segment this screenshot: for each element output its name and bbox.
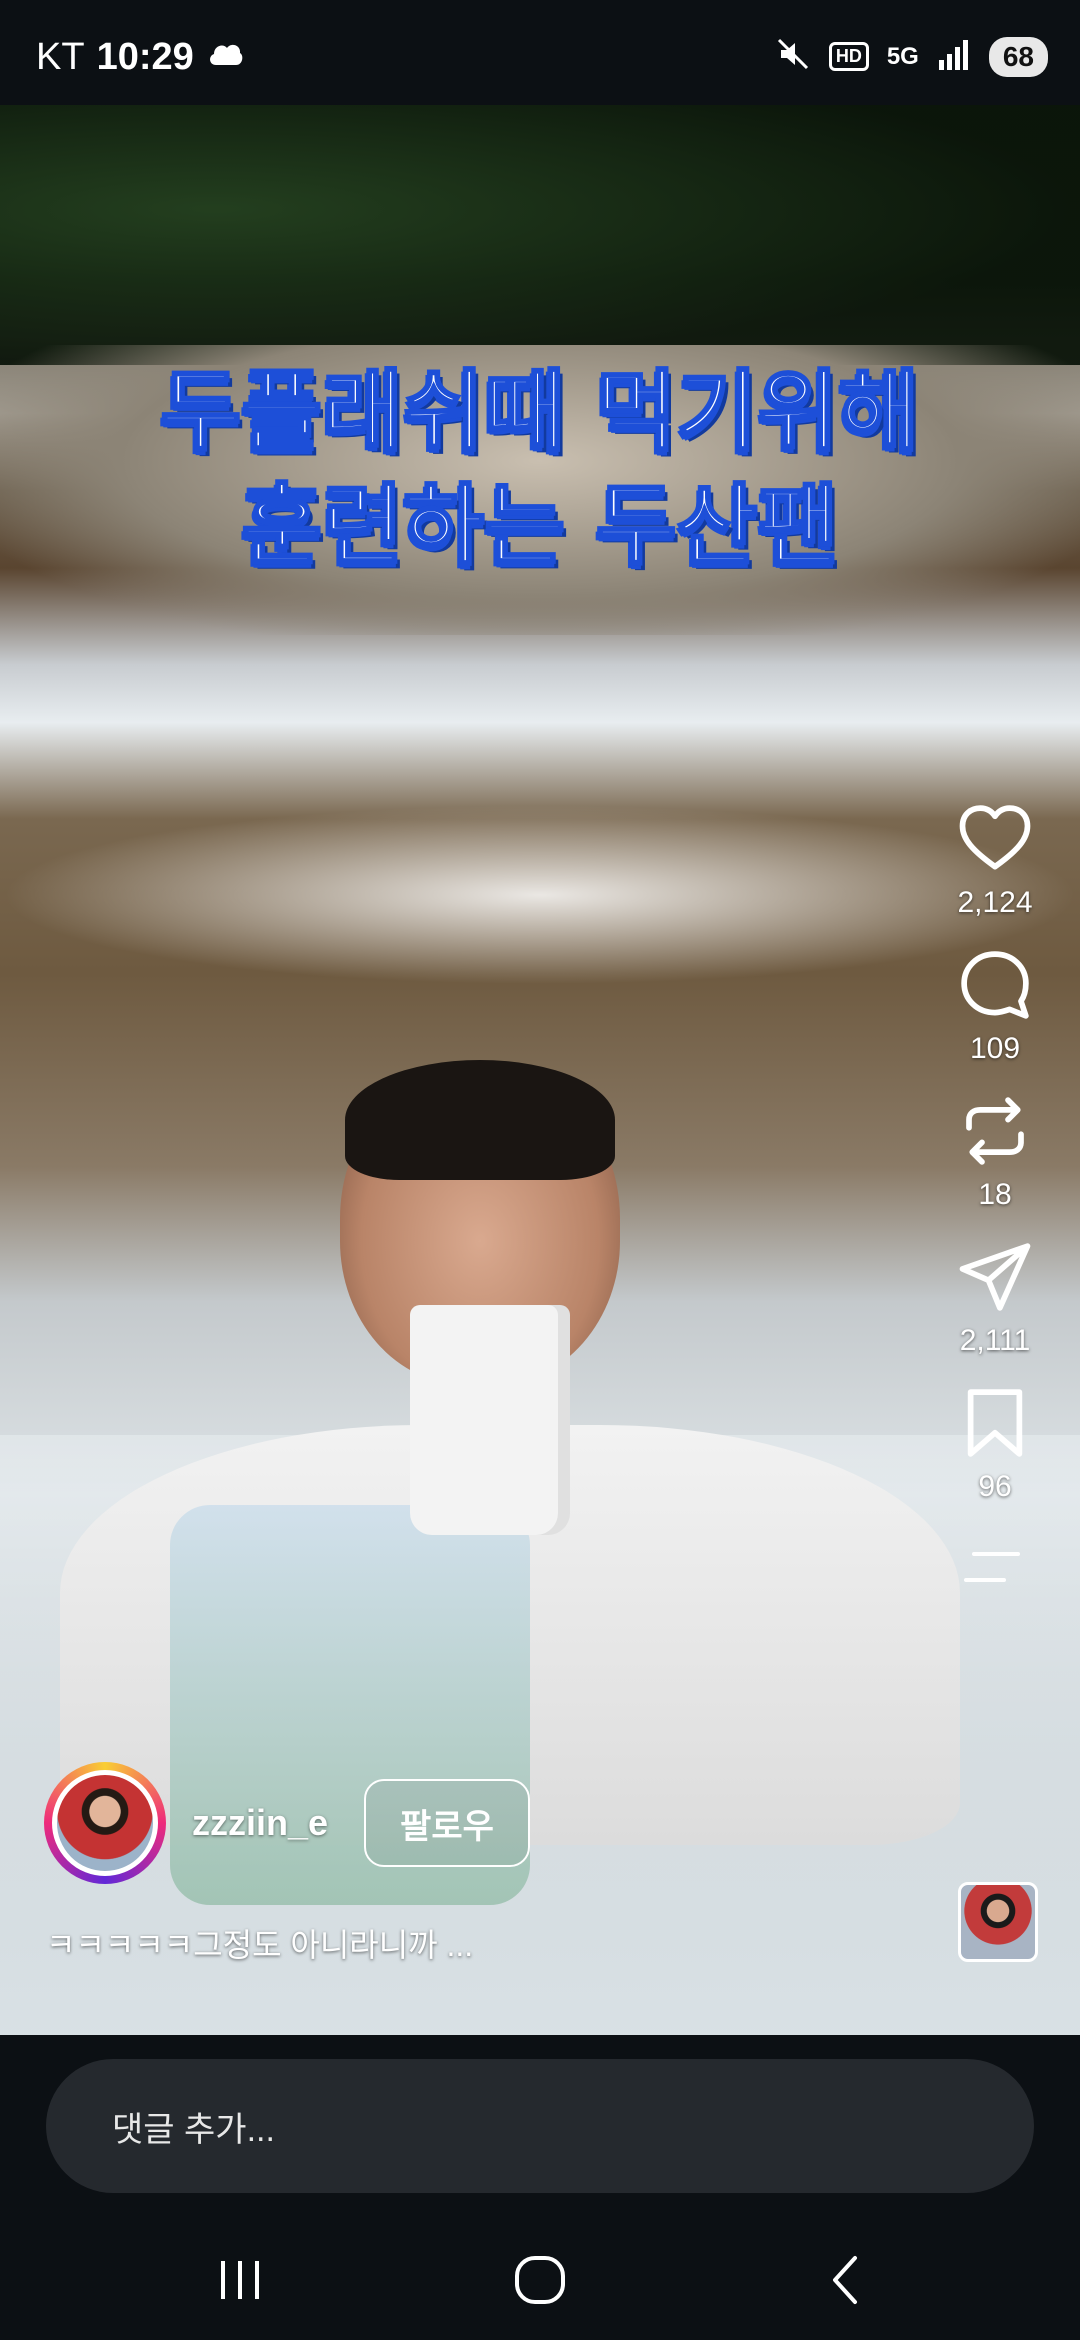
video-cup: [410, 1305, 570, 1535]
video-water-splash: [0, 805, 1080, 985]
like-count: 2,124: [957, 886, 1033, 919]
video-title-line-2: 훈련하는 두산팬: [240, 473, 840, 579]
carrier-label: KT: [36, 36, 85, 78]
mute-icon: [775, 36, 811, 77]
comment-bar: 댓글 추가...: [0, 2035, 1080, 2220]
recents-icon[interactable]: [200, 2250, 280, 2310]
cloud-icon: [206, 36, 244, 79]
author-row: zzziin_e 팔로우: [44, 1762, 530, 1884]
share-icon: [959, 1243, 1031, 1311]
share-button[interactable]: 2,111: [956, 1238, 1034, 1358]
signal-icon: [937, 38, 971, 75]
comment-count: 109: [969, 1032, 1021, 1065]
repost-count: 18: [978, 1178, 1012, 1211]
avatar: [52, 1770, 158, 1876]
status-right: HD 5G 68: [775, 36, 1048, 77]
comment-input[interactable]: 댓글 추가...: [46, 2059, 1034, 2193]
bookmark-icon: [967, 1389, 1023, 1457]
avatar-story-ring[interactable]: [44, 1762, 166, 1884]
save-button[interactable]: 96: [956, 1384, 1034, 1504]
follow-button[interactable]: 팔로우: [364, 1779, 530, 1867]
repost-icon: [966, 1097, 1024, 1165]
clock: 10:29: [96, 36, 194, 78]
back-icon[interactable]: [805, 2250, 885, 2310]
battery-icon: 68: [988, 36, 1048, 77]
reel-actions: 2,124 109 18 2,111 96: [940, 800, 1050, 1598]
hd-icon: HD: [828, 42, 869, 71]
share-count: 2,111: [959, 1324, 1031, 1357]
save-count: 96: [978, 1470, 1012, 1503]
comment-icon: [961, 951, 1029, 1019]
5g-icon: 5G: [886, 42, 919, 70]
comment-button[interactable]: 109: [956, 946, 1034, 1066]
caption[interactable]: ㅋㅋㅋㅋㅋ그정도 아니라니까 ...: [46, 1920, 473, 1966]
status-left: KT 10:29: [36, 36, 244, 79]
video-title: 두플래쉬때 먹기위해 훈련하는 두산팬: [0, 355, 1080, 583]
audio-thumbnail[interactable]: [958, 1882, 1038, 1962]
repost-button[interactable]: 18: [956, 1092, 1034, 1212]
username[interactable]: zzziin_e: [192, 1802, 328, 1844]
home-icon[interactable]: [500, 2250, 580, 2310]
status-bar: KT 10:29 HD 5G 68: [0, 0, 1080, 105]
heart-icon: [959, 805, 1031, 870]
like-button[interactable]: 2,124: [956, 800, 1034, 920]
video-background-trees: [0, 105, 1080, 365]
video-title-line-1: 두플래쉬때 먹기위해: [159, 359, 921, 465]
video-person-hair: [345, 1060, 615, 1180]
system-nav-bar: [0, 2220, 1080, 2340]
more-icon[interactable]: [960, 1548, 1030, 1598]
